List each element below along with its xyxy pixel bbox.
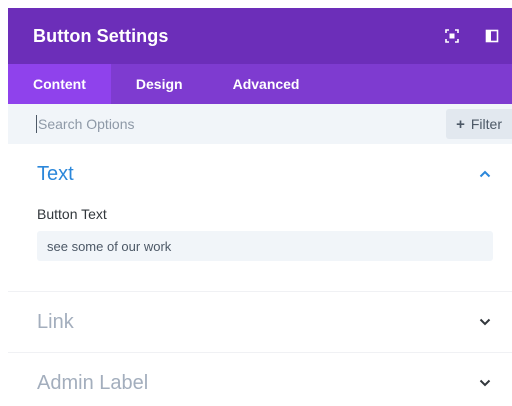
group-text-body: Button Text bbox=[8, 206, 512, 291]
modal-title: Button Settings bbox=[33, 25, 169, 46]
group-title: Text bbox=[37, 162, 74, 185]
search-bar: + Filter bbox=[8, 104, 512, 144]
search-input[interactable] bbox=[36, 115, 340, 133]
tab-content[interactable]: Content bbox=[8, 64, 111, 104]
modal-header: Button Settings bbox=[8, 8, 512, 64]
filter-label: Filter bbox=[470, 116, 502, 132]
group-text: Text Button Text bbox=[8, 144, 512, 292]
group-admin-label: Admin Label bbox=[8, 353, 512, 406]
tab-bar: Content Design Advanced bbox=[8, 64, 512, 104]
group-title: Link bbox=[37, 310, 74, 333]
tab-advanced[interactable]: Advanced bbox=[208, 64, 325, 104]
tab-design[interactable]: Design bbox=[111, 64, 208, 104]
filter-button[interactable]: + Filter bbox=[446, 109, 512, 139]
group-title: Admin Label bbox=[37, 371, 149, 394]
header-icons bbox=[432, 8, 512, 64]
chevron-down-icon bbox=[478, 376, 492, 390]
fullscreen-icon[interactable] bbox=[432, 8, 472, 64]
group-link-header[interactable]: Link bbox=[8, 292, 512, 352]
group-link: Link bbox=[8, 292, 512, 353]
settings-modal: Button Settings Content Design Advanced bbox=[8, 8, 512, 406]
button-text-field[interactable] bbox=[37, 231, 493, 261]
chevron-up-icon bbox=[478, 167, 492, 181]
sidebar-icon[interactable] bbox=[472, 8, 512, 64]
group-text-header[interactable]: Text bbox=[8, 144, 512, 204]
group-admin-label-header[interactable]: Admin Label bbox=[8, 353, 512, 406]
button-text-label: Button Text bbox=[37, 206, 107, 222]
chevron-down-icon bbox=[478, 315, 492, 329]
plus-icon: + bbox=[456, 115, 465, 133]
